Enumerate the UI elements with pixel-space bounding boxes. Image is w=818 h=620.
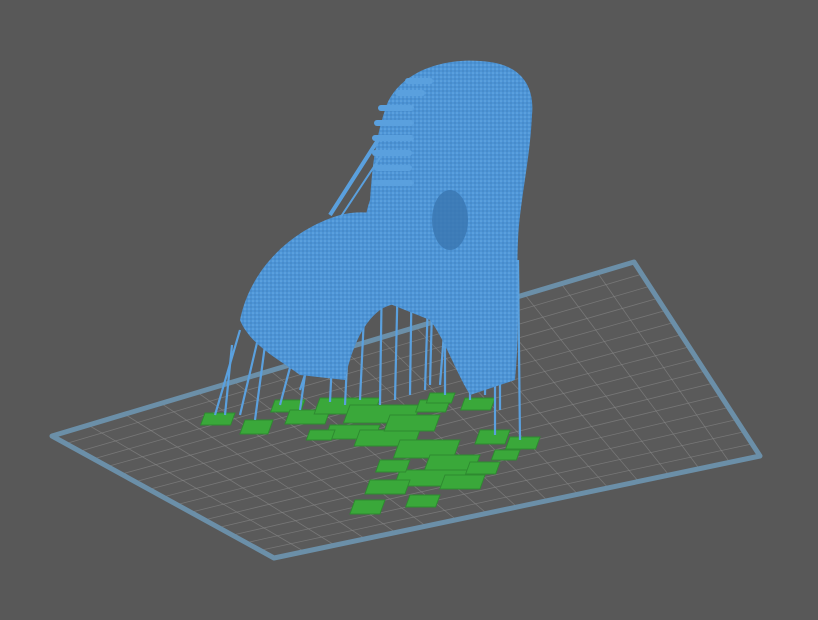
support-pad <box>239 419 274 435</box>
support-pad <box>305 429 336 441</box>
scene-canvas[interactable] <box>0 0 818 620</box>
support-pad <box>364 479 411 495</box>
support-pad <box>439 474 486 490</box>
support-pad <box>425 392 456 404</box>
3d-viewport[interactable] <box>0 0 818 620</box>
support-pad <box>459 397 496 411</box>
support-pad <box>404 494 441 508</box>
support-pad <box>374 459 411 473</box>
support-pad <box>504 436 541 450</box>
support-pad <box>490 449 521 461</box>
support-pad <box>474 429 511 445</box>
skull-eye-socket <box>432 190 468 250</box>
support-pad <box>383 414 441 432</box>
support-pad <box>464 461 501 475</box>
support-pad <box>349 499 386 515</box>
support-pad <box>199 412 236 426</box>
